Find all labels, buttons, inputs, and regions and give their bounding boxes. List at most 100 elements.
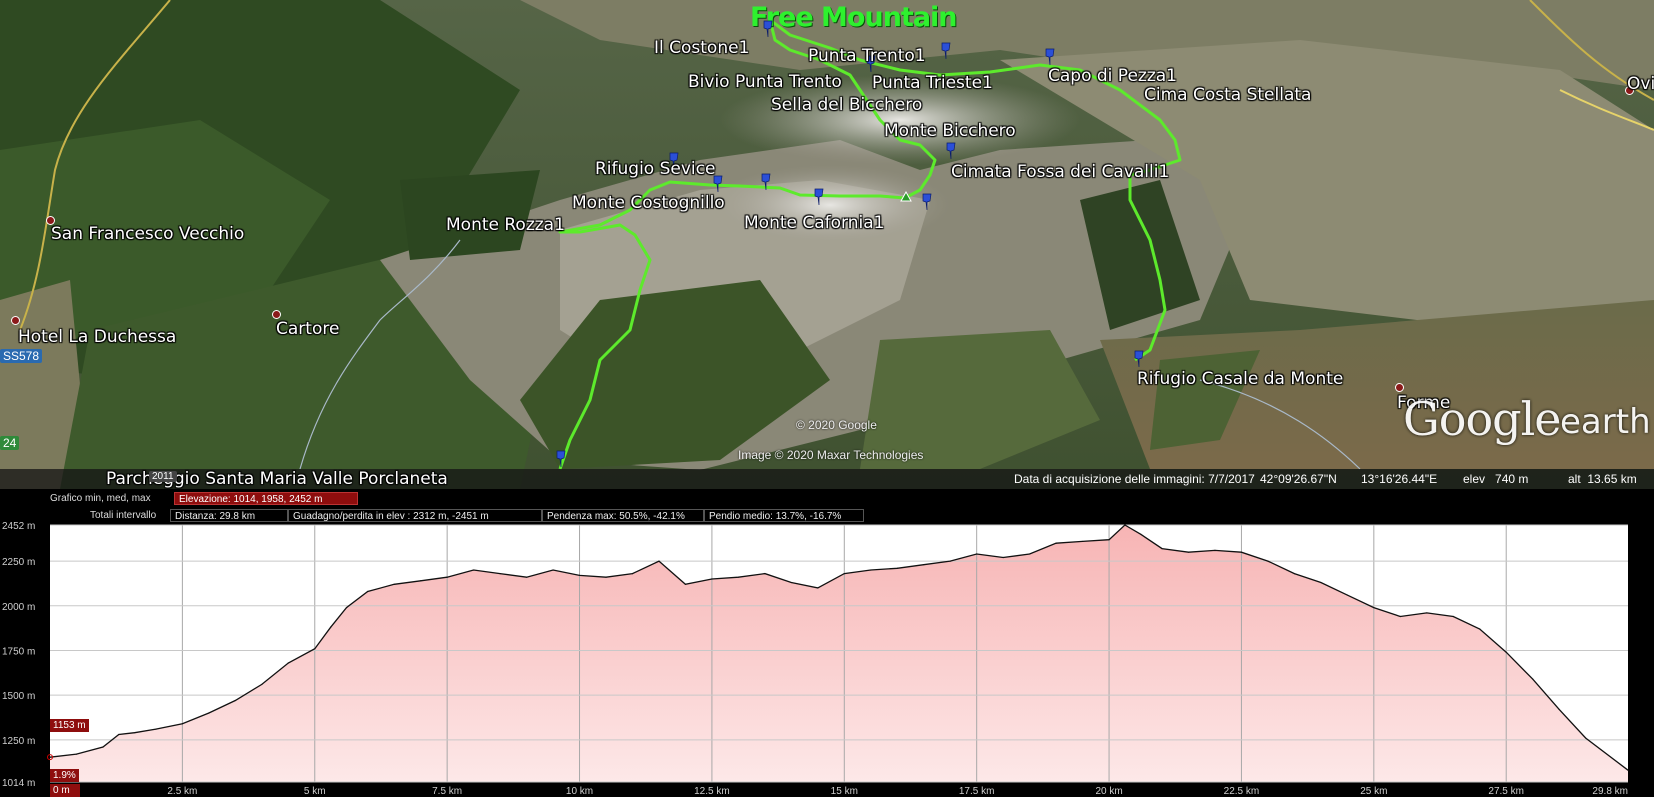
elevation-point	[684, 583, 687, 585]
placemark-label[interactable]: Monte Costognillo	[572, 193, 725, 213]
elevation-point	[1161, 547, 1163, 550]
elevation-point	[1585, 737, 1587, 739]
elevation-point	[134, 732, 136, 734]
place-dot-icon	[272, 310, 281, 319]
map-view[interactable]: Free Mountain Il Costone1 Punta Trento1 …	[0, 0, 1654, 489]
placemark-label[interactable]: Bivio Punta Trento	[688, 72, 842, 92]
pin-icon[interactable]	[1044, 48, 1056, 66]
elevation-point	[1029, 553, 1031, 555]
x-tick-label: 17.5 km	[959, 786, 995, 797]
pin-icon[interactable]	[762, 20, 774, 38]
elevation-point	[525, 576, 528, 578]
start-distance-marker: 0 m	[50, 784, 80, 797]
copyright-imagery: Image © 2020 Maxar Technologies	[738, 448, 924, 462]
elevation-point	[446, 576, 448, 578]
elevation-point	[578, 574, 581, 576]
placemark-label[interactable]: Rifugio Casale da Monte	[1137, 369, 1343, 389]
elevation-point	[1479, 628, 1481, 630]
elevation-point	[1124, 524, 1126, 526]
elevation-point	[949, 560, 951, 562]
pin-icon[interactable]	[940, 42, 952, 60]
x-tick-label: 12.5 km	[694, 786, 730, 797]
y-tick-label: 1014 m	[2, 778, 35, 789]
elevation-point	[1293, 573, 1295, 575]
google-earth-logo: Google	[1403, 392, 1562, 446]
placemark-label[interactable]: Punta Trieste1	[872, 73, 993, 93]
elevation-point	[287, 662, 289, 664]
placemark-label[interactable]: Cima Costa Stellata	[1144, 85, 1311, 105]
copyright-google: © 2020 Google	[796, 418, 877, 432]
elevation-point	[631, 573, 634, 575]
capture-date: Data di acquisizione delle immagini: 7/7…	[1014, 472, 1255, 486]
road-badge: 24	[0, 436, 20, 450]
pin-icon[interactable]	[921, 193, 933, 211]
elevation-point	[420, 580, 422, 582]
elevation-point	[1532, 678, 1534, 680]
elevation-point	[1214, 549, 1216, 551]
elevation-point	[314, 648, 316, 650]
placemark-label[interactable]: Ovi	[1627, 74, 1654, 94]
y-tick-label: 2250 m	[2, 557, 35, 568]
elevation-point	[1320, 581, 1322, 584]
elevation-point	[790, 581, 792, 584]
pin-icon[interactable]	[1133, 350, 1145, 368]
elevation-chart[interactable]: 1014 m 1250 m 1500 m 1750 m 2000 m 2250 m 2452…	[0, 489, 1654, 797]
elevation-point	[976, 553, 978, 555]
elevation-point	[1055, 542, 1057, 544]
place-dot-icon	[1395, 383, 1404, 392]
pin-icon[interactable]	[760, 173, 772, 191]
elevation-point	[234, 699, 236, 702]
elevation-point	[1558, 708, 1560, 711]
y-tick-label: 1250 m	[2, 736, 35, 747]
latitude: 42°09'26.67"N	[1260, 472, 1337, 486]
elevation-point	[393, 583, 395, 585]
x-tick-label: 20 km	[1095, 786, 1122, 797]
elevation-point	[367, 590, 369, 593]
x-tick-label: 10 km	[566, 786, 593, 797]
year-badge[interactable]: 2011	[149, 471, 177, 482]
y-tick-label: 1500 m	[2, 691, 35, 702]
x-tick-label: 5 km	[304, 786, 326, 797]
placemark-label[interactable]: Monte Cafornia1	[744, 213, 884, 233]
elevation-point	[896, 567, 898, 569]
x-tick-label: 22.5 km	[1224, 786, 1260, 797]
x-tick-label: 27.5 km	[1488, 786, 1524, 797]
brand-watermark: Free Mountain	[750, 2, 958, 33]
elevation-point	[605, 576, 607, 578]
placemark-label[interactable]: Punta Trento1	[808, 46, 926, 66]
y-tick-label: 2452 m	[2, 521, 35, 532]
elevation-point	[1108, 539, 1110, 541]
start-slope-marker: 1.9%	[50, 769, 79, 782]
longitude: 13°16'26.44"E	[1361, 472, 1438, 486]
placemark-label[interactable]: Cartore	[276, 319, 339, 339]
elevation-point	[817, 587, 819, 589]
elevation-point	[1240, 551, 1243, 553]
pin-icon[interactable]	[945, 142, 957, 160]
elevation-point	[473, 569, 475, 571]
elevation-point	[1267, 560, 1269, 562]
placemark-label[interactable]: Hotel La Duchessa	[18, 327, 176, 347]
y-tick-label: 2000 m	[2, 602, 35, 613]
start-elevation-marker: 1153 m	[50, 719, 89, 732]
elevation-point	[261, 683, 263, 686]
elevation-profile-panel[interactable]: Grafico min, med, max Elevazione: 1014, …	[0, 489, 1654, 797]
road-badge: SS578	[0, 349, 43, 363]
elevation-point	[1426, 612, 1428, 614]
placemark-label[interactable]: San Francesco Vecchio	[51, 224, 244, 244]
pin-icon[interactable]	[555, 450, 567, 468]
pin-icon[interactable]	[813, 188, 825, 206]
summit-icon	[900, 191, 912, 202]
elevation-point	[102, 746, 104, 748]
elevation-point	[208, 712, 210, 714]
placemark-label[interactable]: Il Costone1	[654, 38, 749, 58]
placemark-label[interactable]: Cimata Fossa dei Cavalli1	[951, 162, 1169, 182]
placemark-label[interactable]: Sella del Bicchero	[771, 95, 922, 115]
altitude-readout: alt 13.65 km	[1568, 472, 1637, 486]
placemark-label[interactable]: Monte Rozza1	[446, 215, 565, 235]
elevation-point	[1187, 551, 1190, 553]
placemark-label[interactable]: Monte Bicchero	[884, 121, 1016, 141]
x-tick-label: 2.5 km	[167, 786, 197, 797]
elevation-point	[155, 728, 157, 730]
placemark-label[interactable]: Capo di Pezza1	[1048, 66, 1177, 86]
placemark-label[interactable]: Rifugio Sevice	[595, 159, 715, 179]
